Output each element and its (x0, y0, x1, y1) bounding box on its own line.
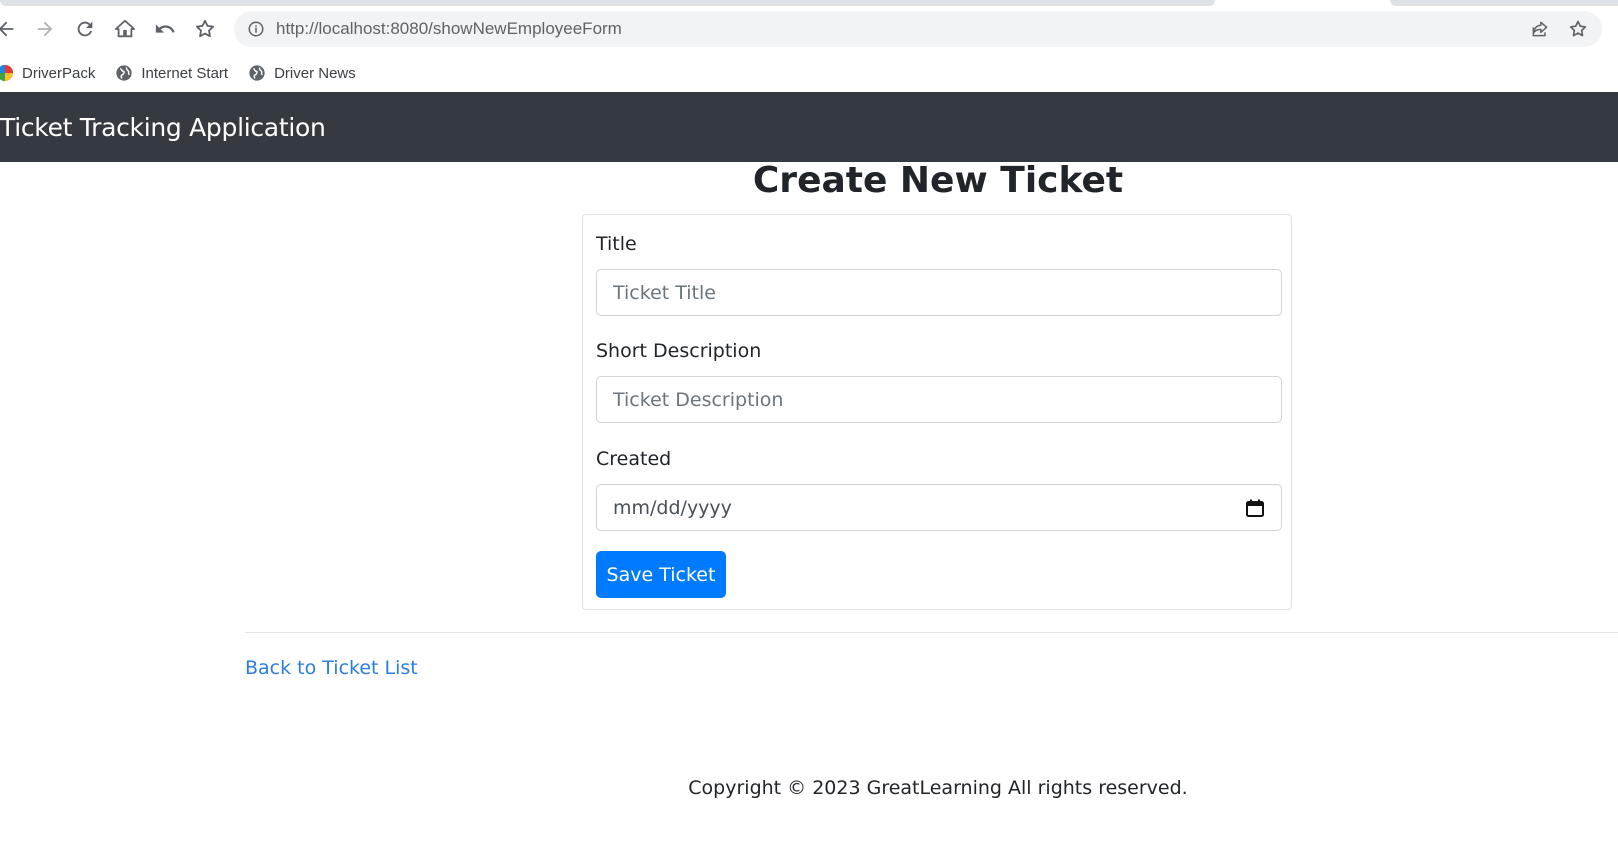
save-ticket-button[interactable]: Save Ticket (596, 551, 726, 598)
ticket-form-card: Title Short Description Created mm/dd/yy… (582, 214, 1292, 610)
title-label: Title (596, 233, 637, 255)
app-brand[interactable]: Ticket Tracking Application (0, 113, 326, 142)
star-icon[interactable] (1566, 17, 1590, 41)
page-title: Create New Ticket (752, 160, 1124, 201)
back-to-ticket-list-link[interactable]: Back to Ticket List (245, 657, 418, 679)
created-date-input[interactable]: mm/dd/yyyy (596, 484, 1282, 531)
address-bar[interactable]: http://localhost:8080/showNewEmployeeFor… (234, 11, 1602, 47)
description-input[interactable] (596, 376, 1282, 423)
globe-icon (115, 64, 133, 82)
url-path: :8080/showNewEmployeeForm (385, 19, 622, 38)
driverpack-icon (0, 64, 14, 82)
tab-strip (0, 0, 1618, 6)
browser-toolbar: http://localhost:8080/showNewEmployeeFor… (0, 0, 1618, 54)
bookmark-internet-start[interactable]: Internet Start (115, 64, 228, 82)
bookmark-label: Driver News (274, 64, 356, 82)
divider (245, 632, 1618, 633)
url-text: http://localhost:8080/showNewEmployeeFor… (276, 19, 622, 39)
globe-icon (248, 64, 266, 82)
created-label: Created (596, 448, 672, 470)
site-info-icon[interactable] (246, 19, 266, 39)
bookmark-driver-news[interactable]: Driver News (248, 64, 356, 82)
bookmark-driverpack[interactable]: DriverPack (0, 64, 95, 82)
date-placeholder: mm/dd/yyyy (613, 496, 732, 519)
tab-strip-segment[interactable] (0, 0, 1215, 6)
title-input[interactable] (596, 269, 1282, 316)
footer-copyright: Copyright © 2023 GreatLearning All right… (688, 777, 1188, 799)
app-navbar: Ticket Tracking Application (0, 92, 1618, 162)
bookmarks-bar: DriverPack Internet Start Driver News (0, 54, 1618, 92)
home-icon[interactable] (109, 13, 141, 45)
tab-strip-segment[interactable] (1390, 0, 1618, 6)
forward-arrow-icon[interactable] (29, 13, 61, 45)
reload-icon[interactable] (69, 13, 101, 45)
undo-icon[interactable] (149, 13, 181, 45)
calendar-icon[interactable] (1245, 498, 1265, 518)
share-icon[interactable] (1528, 17, 1552, 41)
bookmark-star-icon[interactable] (189, 13, 221, 45)
bookmark-label: Internet Start (141, 64, 229, 82)
back-arrow-icon[interactable] (0, 13, 22, 45)
description-label: Short Description (596, 340, 762, 362)
bookmark-label: DriverPack (22, 64, 96, 82)
url-host: http://localhost (276, 19, 386, 38)
